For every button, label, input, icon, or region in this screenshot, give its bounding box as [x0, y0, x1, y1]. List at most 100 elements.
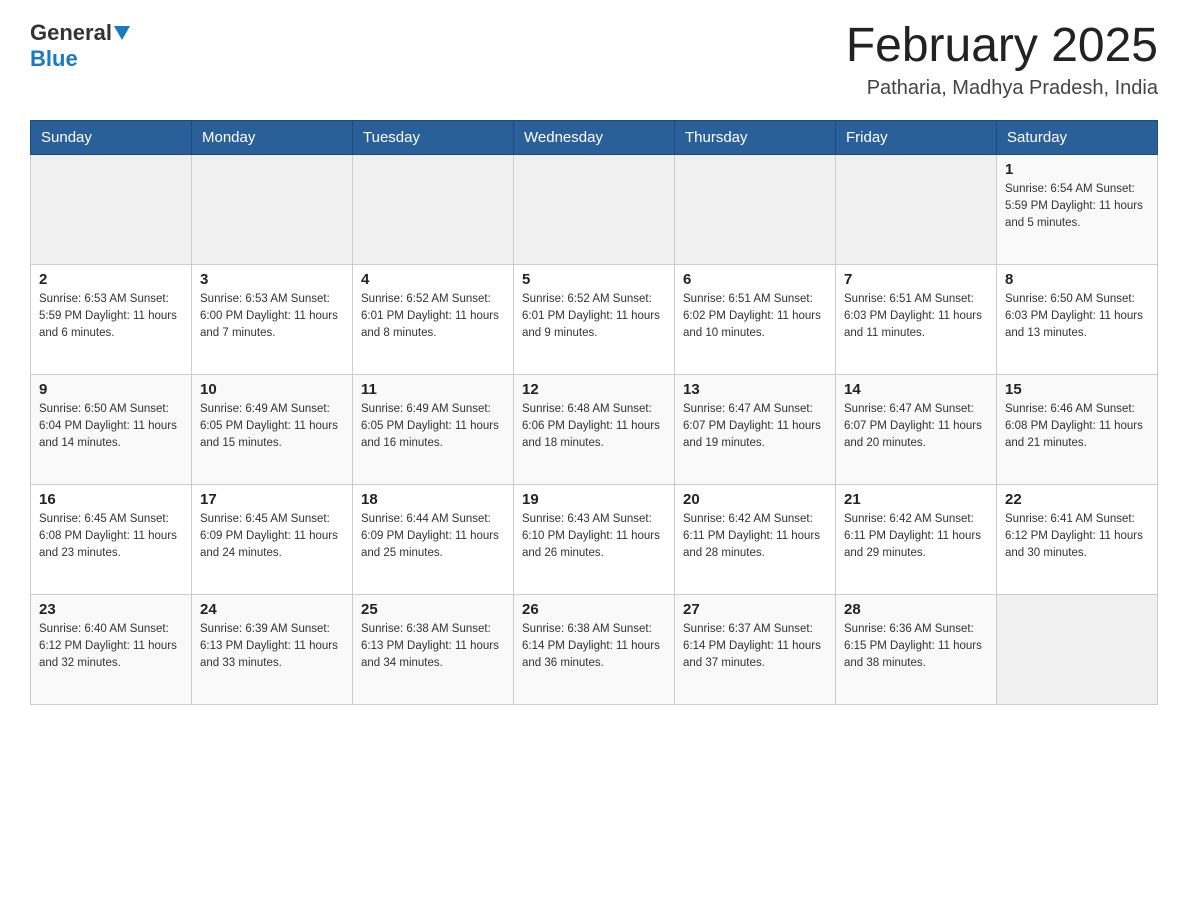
day-info: Sunrise: 6:51 AM Sunset: 6:03 PM Dayligh…	[844, 291, 988, 343]
location-text: Patharia, Madhya Pradesh, India	[846, 77, 1158, 100]
header-sunday: Sunday	[31, 120, 192, 154]
day-number: 23	[39, 601, 183, 618]
day-info: Sunrise: 6:53 AM Sunset: 5:59 PM Dayligh…	[39, 291, 183, 343]
calendar-cell	[836, 154, 997, 264]
calendar-cell: 26Sunrise: 6:38 AM Sunset: 6:14 PM Dayli…	[514, 594, 675, 704]
calendar-week-row: 23 Sunrise: 6:40 AM Sunset: 6:12 PM Dayli…	[31, 594, 1158, 704]
calendar-cell: 16 Sunrise: 6:45 AM Sunset: 6:08 PM Dayli…	[31, 484, 192, 594]
calendar-cell	[997, 594, 1158, 704]
calendar-cell: 12 Sunrise: 6:48 AM Sunset: 6:06 PM Dayli…	[514, 374, 675, 484]
calendar-cell: 20 Sunrise: 6:42 AM Sunset: 6:11 PM Dayli…	[675, 484, 836, 594]
header-monday: Monday	[192, 120, 353, 154]
day-info: Sunrise: 6:43 AM Sunset: 6:10 PM Dayligh…	[522, 511, 666, 563]
day-info: Sunrise: 6:36 AM Sunset: 6:15 PM Dayligh…	[844, 621, 988, 673]
day-info: Sunrise: 6:42 AM Sunset: 6:11 PM Dayligh…	[683, 511, 827, 563]
day-info: Sunrise: 6:51 AM Sunset: 6:02 PM Dayligh…	[683, 291, 827, 343]
calendar-cell: 18 Sunrise: 6:44 AM Sunset: 6:09 PM Dayli…	[353, 484, 514, 594]
day-number: 1	[1005, 161, 1149, 178]
header-thursday: Thursday	[675, 120, 836, 154]
day-number: 13	[683, 381, 827, 398]
calendar-cell	[31, 154, 192, 264]
calendar-cell	[514, 154, 675, 264]
calendar-cell: 27Sunrise: 6:37 AM Sunset: 6:14 PM Dayli…	[675, 594, 836, 704]
day-number: 12	[522, 381, 666, 398]
day-info: Sunrise: 6:47 AM Sunset: 6:07 PM Dayligh…	[683, 401, 827, 453]
calendar-cell: 25 Sunrise: 6:38 AM Sunset: 6:13 PM Dayli…	[353, 594, 514, 704]
logo-blue-text: Blue	[30, 46, 78, 71]
day-info: Sunrise: 6:38 AM Sunset: 6:13 PM Dayligh…	[361, 621, 505, 673]
calendar-cell	[192, 154, 353, 264]
weekday-header-row: Sunday Monday Tuesday Wednesday Thursday…	[31, 120, 1158, 154]
day-info: Sunrise: 6:48 AM Sunset: 6:06 PM Dayligh…	[522, 401, 666, 453]
calendar-cell: 22Sunrise: 6:41 AM Sunset: 6:12 PM Dayli…	[997, 484, 1158, 594]
calendar-cell	[675, 154, 836, 264]
calendar-cell: 23 Sunrise: 6:40 AM Sunset: 6:12 PM Dayli…	[31, 594, 192, 704]
day-number: 21	[844, 491, 988, 508]
calendar-table: Sunday Monday Tuesday Wednesday Thursday…	[30, 120, 1158, 705]
day-info: Sunrise: 6:45 AM Sunset: 6:09 PM Dayligh…	[200, 511, 344, 563]
calendar-cell: 5 Sunrise: 6:52 AM Sunset: 6:01 PM Daylig…	[514, 264, 675, 374]
day-info: Sunrise: 6:39 AM Sunset: 6:13 PM Dayligh…	[200, 621, 344, 673]
calendar-cell: 14 Sunrise: 6:47 AM Sunset: 6:07 PM Dayli…	[836, 374, 997, 484]
day-number: 28	[844, 601, 988, 618]
header-friday: Friday	[836, 120, 997, 154]
day-number: 5	[522, 271, 666, 288]
calendar-week-row: 2 Sunrise: 6:53 AM Sunset: 5:59 PM Daylig…	[31, 264, 1158, 374]
day-number: 27	[683, 601, 827, 618]
calendar-cell	[353, 154, 514, 264]
day-number: 4	[361, 271, 505, 288]
day-number: 6	[683, 271, 827, 288]
day-number: 2	[39, 271, 183, 288]
day-info: Sunrise: 6:49 AM Sunset: 6:05 PM Dayligh…	[361, 401, 505, 453]
day-number: 18	[361, 491, 505, 508]
day-number: 8	[1005, 271, 1149, 288]
day-info: Sunrise: 6:52 AM Sunset: 6:01 PM Dayligh…	[522, 291, 666, 343]
day-info: Sunrise: 6:40 AM Sunset: 6:12 PM Dayligh…	[39, 621, 183, 673]
day-info: Sunrise: 6:50 AM Sunset: 6:04 PM Dayligh…	[39, 401, 183, 453]
day-number: 11	[361, 381, 505, 398]
day-number: 26	[522, 601, 666, 618]
calendar-week-row: 16 Sunrise: 6:45 AM Sunset: 6:08 PM Dayli…	[31, 484, 1158, 594]
calendar-cell: 10Sunrise: 6:49 AM Sunset: 6:05 PM Dayli…	[192, 374, 353, 484]
calendar-cell: 11 Sunrise: 6:49 AM Sunset: 6:05 PM Dayli…	[353, 374, 514, 484]
day-number: 24	[200, 601, 344, 618]
day-info: Sunrise: 6:42 AM Sunset: 6:11 PM Dayligh…	[844, 511, 988, 563]
calendar-cell: 15 Sunrise: 6:46 AM Sunset: 6:08 PM Dayli…	[997, 374, 1158, 484]
calendar-cell: 19 Sunrise: 6:43 AM Sunset: 6:10 PM Dayli…	[514, 484, 675, 594]
calendar-cell: 17 Sunrise: 6:45 AM Sunset: 6:09 PM Dayli…	[192, 484, 353, 594]
calendar-body: 1 Sunrise: 6:54 AM Sunset: 5:59 PM Daylig…	[31, 154, 1158, 704]
calendar-cell: 2 Sunrise: 6:53 AM Sunset: 5:59 PM Daylig…	[31, 264, 192, 374]
day-info: Sunrise: 6:52 AM Sunset: 6:01 PM Dayligh…	[361, 291, 505, 343]
day-info: Sunrise: 6:54 AM Sunset: 5:59 PM Dayligh…	[1005, 181, 1149, 233]
header-wednesday: Wednesday	[514, 120, 675, 154]
calendar-cell: 28 Sunrise: 6:36 AM Sunset: 6:15 PM Dayli…	[836, 594, 997, 704]
calendar-cell: 6 Sunrise: 6:51 AM Sunset: 6:02 PM Daylig…	[675, 264, 836, 374]
header-saturday: Saturday	[997, 120, 1158, 154]
day-info: Sunrise: 6:41 AM Sunset: 6:12 PM Dayligh…	[1005, 511, 1149, 563]
day-info: Sunrise: 6:44 AM Sunset: 6:09 PM Dayligh…	[361, 511, 505, 563]
calendar-cell: 7 Sunrise: 6:51 AM Sunset: 6:03 PM Daylig…	[836, 264, 997, 374]
day-number: 25	[361, 601, 505, 618]
day-number: 10	[200, 381, 344, 398]
day-number: 14	[844, 381, 988, 398]
calendar-cell: 4 Sunrise: 6:52 AM Sunset: 6:01 PM Daylig…	[353, 264, 514, 374]
day-number: 19	[522, 491, 666, 508]
calendar-cell: 8Sunrise: 6:50 AM Sunset: 6:03 PM Daylig…	[997, 264, 1158, 374]
day-number: 17	[200, 491, 344, 508]
title-section: February 2025 Patharia, Madhya Pradesh, …	[846, 20, 1158, 100]
day-info: Sunrise: 6:47 AM Sunset: 6:07 PM Dayligh…	[844, 401, 988, 453]
day-info: Sunrise: 6:46 AM Sunset: 6:08 PM Dayligh…	[1005, 401, 1149, 453]
calendar-cell: 13 Sunrise: 6:47 AM Sunset: 6:07 PM Dayli…	[675, 374, 836, 484]
day-info: Sunrise: 6:45 AM Sunset: 6:08 PM Dayligh…	[39, 511, 183, 563]
logo-general-text: General	[30, 20, 112, 46]
logo-triangle-icon	[114, 26, 130, 40]
logo: General Blue	[30, 20, 130, 72]
calendar-cell: 1 Sunrise: 6:54 AM Sunset: 5:59 PM Daylig…	[997, 154, 1158, 264]
day-number: 15	[1005, 381, 1149, 398]
day-number: 7	[844, 271, 988, 288]
calendar-cell: 3Sunrise: 6:53 AM Sunset: 6:00 PM Daylig…	[192, 264, 353, 374]
day-number: 9	[39, 381, 183, 398]
day-number: 20	[683, 491, 827, 508]
day-info: Sunrise: 6:53 AM Sunset: 6:00 PM Dayligh…	[200, 291, 344, 343]
day-number: 16	[39, 491, 183, 508]
